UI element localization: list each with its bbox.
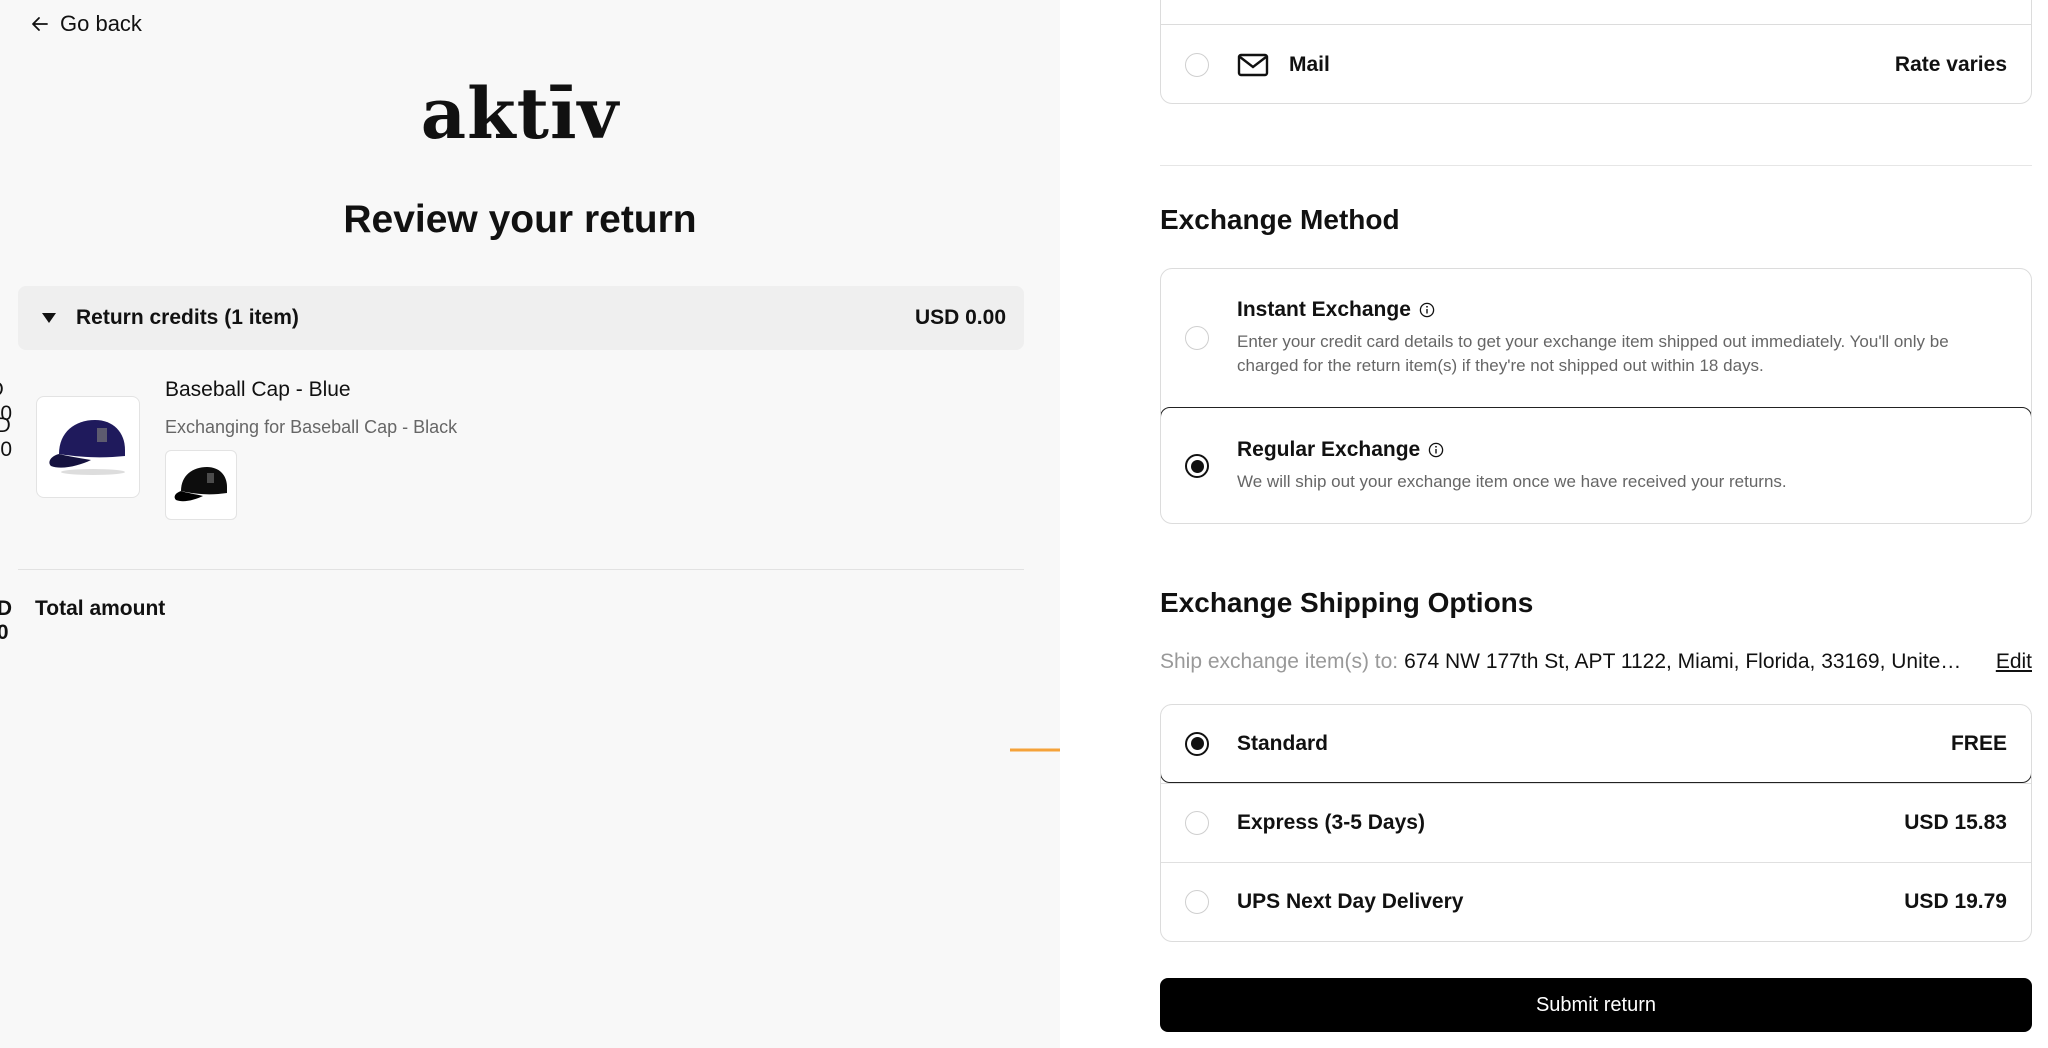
instant-exchange-title-row: Instant Exchange <box>1237 298 2007 322</box>
review-panel: Go back aktīv Review your return Return … <box>0 0 1060 1048</box>
mail-price: Rate varies <box>1894 53 2007 76</box>
shipping-option-ups-next-day[interactable]: UPS Next Day Delivery USD 19.79 <box>1161 862 2031 941</box>
cap-black-image <box>165 450 237 520</box>
exchange-price: -USD 22.00 <box>0 414 13 461</box>
standard-price: FREE <box>1950 731 2007 755</box>
exchange-shipping-title: Exchange Shipping Options <box>1160 587 1534 618</box>
divider <box>1160 165 2032 166</box>
info-icon[interactable] <box>1419 302 1435 318</box>
return-method-card: Mail Rate varies <box>1160 0 2032 104</box>
ups-next-day-label: UPS Next Day Delivery <box>1237 890 1464 913</box>
ups-next-day-radio[interactable] <box>1185 890 1209 914</box>
exchange-method-card: Instant Exchange Enter your credit card … <box>1160 268 2032 524</box>
ups-next-day-price: USD 19.79 <box>1904 890 2007 913</box>
express-radio[interactable] <box>1185 811 1209 835</box>
standard-radio[interactable] <box>1185 731 1209 756</box>
cap-blue-image <box>36 396 140 498</box>
mail-radio[interactable] <box>1185 53 1209 77</box>
return-credits-amount: USD 0.00 <box>914 306 1006 329</box>
ship-to-row: Ship exchange item(s) to: 674 NW 177th S… <box>1160 650 2032 674</box>
regular-exchange-body: Regular Exchange We will ship out your e… <box>1237 438 1787 494</box>
regular-exchange-description: We will ship out your exchange item once… <box>1237 472 1787 491</box>
go-back-link[interactable]: Go back <box>30 10 142 38</box>
total-amount: USD 0.00 <box>0 597 12 644</box>
item-name: Baseball Cap - Blue <box>165 378 351 401</box>
go-back-label: Go back <box>60 11 142 36</box>
return-credits-label: Return credits (1 item) <box>76 306 299 329</box>
shipping-options-card: Standard FREE Express (3-5 Days) USD 15.… <box>1160 704 2032 942</box>
page: Go back aktīv Review your return Return … <box>0 0 2048 1048</box>
regular-exchange-title-row: Regular Exchange <box>1237 438 1787 462</box>
caret-down-icon <box>42 313 56 323</box>
edit-address-link[interactable]: Edit <box>1996 650 2032 674</box>
regular-exchange-title: Regular Exchange <box>1237 438 1421 461</box>
standard-label: Standard <box>1237 731 1329 755</box>
instant-exchange-option[interactable]: Instant Exchange Enter your credit card … <box>1161 269 2031 407</box>
exchange-method-title: Exchange Method <box>1160 204 1400 235</box>
arrow-left-icon <box>32 17 48 31</box>
divider <box>18 569 1024 570</box>
regular-exchange-radio[interactable] <box>1185 454 1209 478</box>
return-method-mail[interactable]: Mail Rate varies <box>1161 25 2031 103</box>
total-label: Total amount <box>35 597 166 620</box>
shipping-option-express[interactable]: Express (3-5 Days) USD 15.83 <box>1161 783 2031 862</box>
ship-to-label: Ship exchange item(s) to: <box>1160 650 1399 673</box>
ship-to-address: 674 NW 177th St, APT 1122, Miami, Florid… <box>1404 650 1972 673</box>
express-price: USD 15.83 <box>1904 811 2007 834</box>
page-title: Review your return <box>343 198 697 241</box>
options-panel: Mail Rate varies Exchange Method Instant… <box>1060 0 2048 1048</box>
instant-exchange-radio[interactable] <box>1185 326 1209 350</box>
shipping-option-standard[interactable]: Standard FREE <box>1161 705 2031 783</box>
brand-logo: aktīv <box>420 72 620 155</box>
regular-exchange-option[interactable]: Regular Exchange We will ship out your e… <box>1161 407 2031 523</box>
express-label: Express (3-5 Days) <box>1237 811 1425 834</box>
return-credits-toggle[interactable]: Return credits (1 item) USD 0.00 <box>18 286 1024 350</box>
info-icon[interactable] <box>1428 442 1444 458</box>
instant-exchange-body: Instant Exchange Enter your credit card … <box>1237 298 2007 378</box>
mail-label: Mail <box>1289 53 1330 76</box>
exchange-description: Exchanging for Baseball Cap - Black <box>165 417 458 437</box>
instant-exchange-title: Instant Exchange <box>1237 298 1411 321</box>
return-method-previous-option[interactable] <box>1161 0 2031 25</box>
instant-exchange-description: Enter your credit card details to get yo… <box>1237 332 1949 375</box>
envelope-icon <box>1237 53 1269 77</box>
submit-return-button[interactable]: Submit return <box>1160 978 2032 1032</box>
